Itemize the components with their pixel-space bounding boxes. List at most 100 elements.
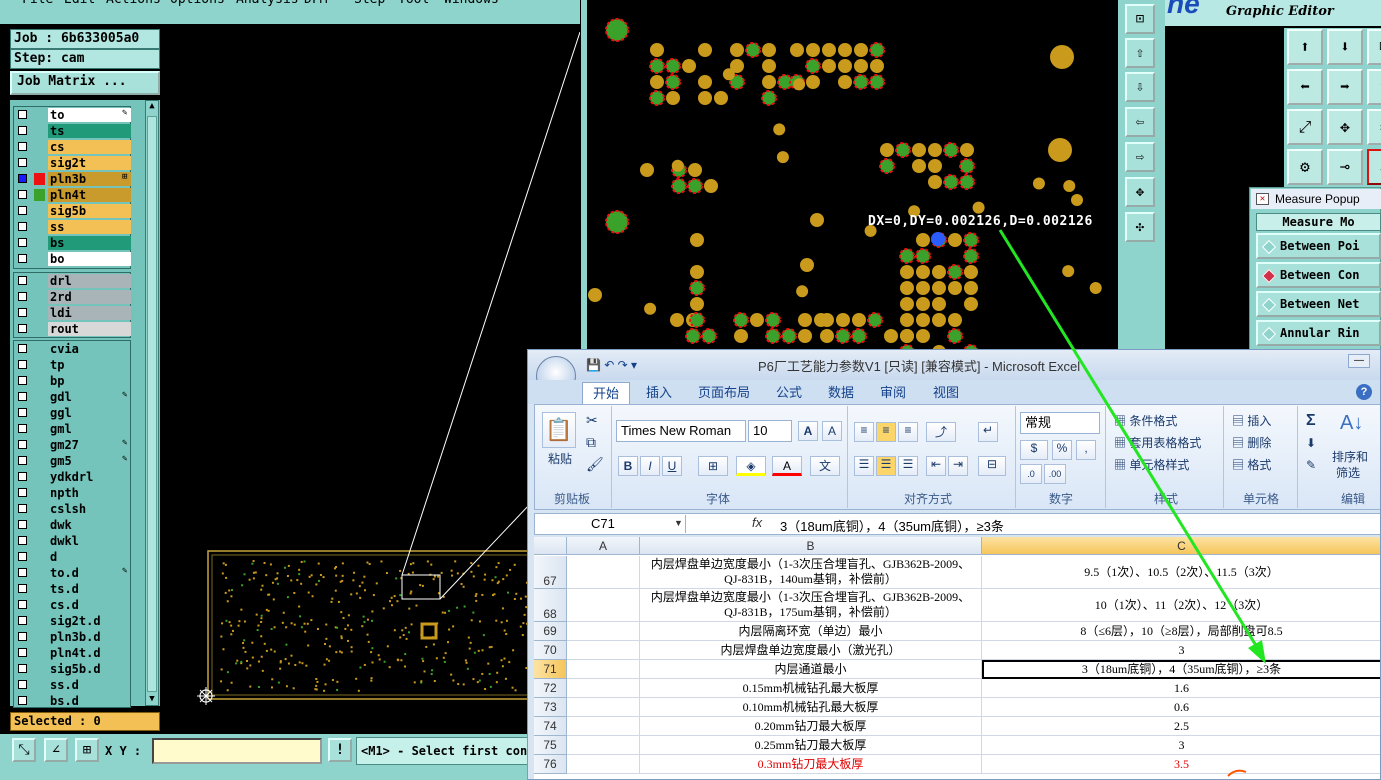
layer-name[interactable]: sig5b <box>48 204 131 218</box>
layer-checkbox[interactable] <box>18 440 27 449</box>
percent-icon[interactable]: % <box>1052 440 1072 460</box>
font-size-select[interactable]: 10 <box>748 420 792 442</box>
layer-row[interactable]: pln4t.d <box>14 645 130 661</box>
row-header[interactable]: 74 <box>534 717 567 736</box>
copy-icon[interactable]: ⧉ <box>1367 29 1381 65</box>
align-center-icon[interactable]: ☰ <box>876 456 896 476</box>
row-header[interactable]: 76 <box>534 755 567 774</box>
layer-row[interactable]: ldi <box>14 305 131 321</box>
number-format-select[interactable]: 常规 <box>1020 412 1100 434</box>
styles-item[interactable]: ▦ 套用表格格式 <box>1114 434 1201 451</box>
minimize-button[interactable]: — <box>1348 354 1370 368</box>
select-all-corner[interactable] <box>534 537 567 555</box>
layer-name[interactable]: gdl <box>48 390 130 404</box>
layer-checkbox[interactable] <box>18 324 27 333</box>
layer-checkbox[interactable] <box>18 206 27 215</box>
layer-name[interactable]: ts.d <box>48 582 130 596</box>
cell-b[interactable]: 0.20mm钻刀最大板厚 <box>640 717 982 736</box>
cell-b[interactable]: 0.25mm钻刀最大板厚 <box>640 736 982 755</box>
layer-name[interactable]: sig2t <box>48 156 131 170</box>
cell-a[interactable] <box>567 589 640 622</box>
layer-row[interactable]: gm5 ✎ <box>14 453 130 469</box>
layer-checkbox[interactable] <box>18 552 27 561</box>
cell-a[interactable] <box>567 622 640 641</box>
cell-a[interactable] <box>567 698 640 717</box>
decrease-decimal-icon[interactable]: .00 <box>1044 464 1066 484</box>
menu-windows[interactable]: Windows <box>444 0 499 7</box>
column-header-c[interactable]: C <box>982 537 1380 555</box>
comma-icon[interactable]: , <box>1076 440 1096 460</box>
xy-input[interactable] <box>152 738 322 764</box>
layer-name[interactable]: bs.d <box>48 694 130 707</box>
layer-checkbox[interactable] <box>18 520 27 529</box>
layer-row[interactable]: sig5b.d <box>14 661 130 677</box>
layer-name[interactable]: cvia <box>48 342 130 356</box>
cell-a[interactable] <box>567 755 640 774</box>
mirror-icon[interactable]: ⇆ <box>1367 109 1381 145</box>
ribbon-tab[interactable]: 开始 <box>582 382 631 404</box>
layer-name[interactable]: sig2t.d <box>48 614 130 628</box>
copy-icon-excel[interactable]: ⧉ <box>586 434 596 451</box>
layer-row[interactable]: ggl <box>14 405 130 421</box>
layer-checkbox[interactable] <box>18 190 27 199</box>
layer-checkbox[interactable] <box>18 222 27 231</box>
format-painter-icon[interactable]: 🖌 <box>586 456 604 473</box>
layer-name[interactable]: bp <box>48 374 130 388</box>
tools-icon[interactable]: ⚙ <box>1287 149 1323 185</box>
measure-mode-option[interactable]: Between Net <box>1256 291 1381 317</box>
grid-icon[interactable]: ⊞ <box>75 738 99 762</box>
layer-checkbox[interactable] <box>18 392 27 401</box>
layer-name[interactable]: rout <box>48 322 131 336</box>
clear-icon[interactable]: ✎ <box>1306 458 1316 472</box>
name-box[interactable]: C71 <box>536 515 686 533</box>
layer-name[interactable]: ts <box>48 124 131 138</box>
layer-row[interactable]: bo <box>14 251 131 267</box>
row-header[interactable]: 71 <box>534 660 567 679</box>
layer-row[interactable]: gml <box>14 421 130 437</box>
layer-checkbox[interactable] <box>18 680 27 689</box>
orientation-icon[interactable]: ⤴ <box>926 422 956 442</box>
measure-angle-icon[interactable]: ∠ <box>44 738 68 762</box>
layer-checkbox[interactable] <box>18 536 27 545</box>
layer-checkbox[interactable] <box>18 600 27 609</box>
layer-name[interactable]: ggl <box>48 406 130 420</box>
ribbon-tab[interactable]: 公式 <box>766 382 812 404</box>
cell-b[interactable]: 内层焊盘单边宽度最小（激光孔） <box>640 641 982 660</box>
cell-a[interactable] <box>567 736 640 755</box>
layer-row[interactable]: dwkl <box>14 533 130 549</box>
layer-row[interactable]: bp <box>14 373 130 389</box>
layer-checkbox[interactable] <box>18 504 27 513</box>
bold-button[interactable]: B <box>618 456 638 476</box>
layer-name[interactable]: pln3b <box>48 172 131 186</box>
measure-icon[interactable]: ⇵ <box>1367 149 1381 185</box>
menu-actions[interactable]: Actions <box>106 0 161 7</box>
cell-a[interactable] <box>567 660 640 679</box>
increase-indent-icon[interactable]: ⇥ <box>948 456 968 476</box>
ribbon-tab[interactable]: 插入 <box>636 382 682 404</box>
layer-row[interactable]: pln3b.d <box>14 629 130 645</box>
styles-item[interactable]: ▦ 单元格样式 <box>1114 456 1189 473</box>
paste-icon[interactable]: 📋 <box>542 412 576 448</box>
row-header[interactable]: 72 <box>534 679 567 698</box>
align-middle-icon[interactable]: ≡ <box>876 422 896 442</box>
connect-icon[interactable]: ⊸ <box>1327 149 1363 185</box>
cell-c[interactable]: 3 <box>982 641 1380 660</box>
ribbon-tab[interactable]: 数据 <box>818 382 864 404</box>
measure-mode-option[interactable]: Between Con <box>1256 262 1381 288</box>
layer-row[interactable]: to.d ✎ <box>14 565 130 581</box>
zoom-out-icon[interactable]: ✣ <box>1125 212 1155 242</box>
align-top-icon[interactable]: ≡ <box>854 422 874 442</box>
layer-checkbox[interactable] <box>18 158 27 167</box>
font-color-icon[interactable]: A <box>772 456 802 476</box>
zoom-fit-icon[interactable]: ⊡ <box>1125 4 1155 34</box>
ribbon-tab[interactable]: 视图 <box>923 382 969 404</box>
cell-b[interactable]: 内层隔离环宽（单边）最小 <box>640 622 982 641</box>
pan-right-icon[interactable]: ⇨ <box>1125 142 1155 172</box>
layer-name[interactable]: cs.d <box>48 598 130 612</box>
layer-checkbox[interactable] <box>18 292 27 301</box>
sort-filter-label-1[interactable]: 排序和 <box>1332 448 1368 465</box>
layer-row[interactable]: ts <box>14 123 131 139</box>
cell-b[interactable]: 0.10mm机械钻孔最大板厚 <box>640 698 982 717</box>
job-matrix-button[interactable]: Job Matrix ... <box>10 71 160 95</box>
cut-icon[interactable]: ✂ <box>586 412 598 429</box>
